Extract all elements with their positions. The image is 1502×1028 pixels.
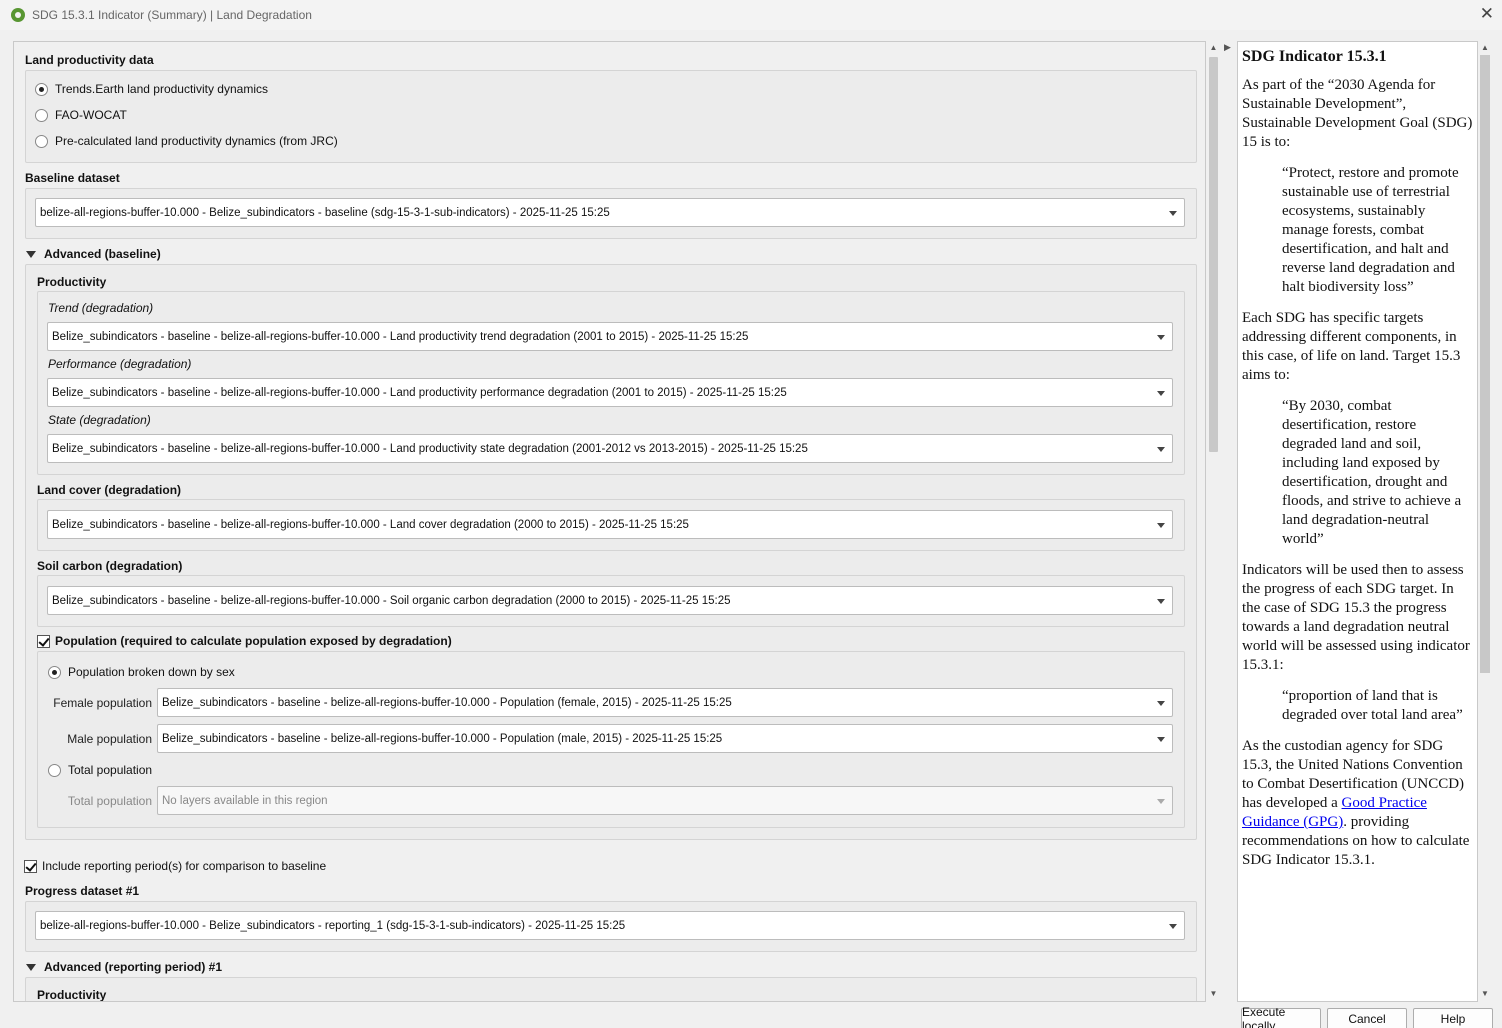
chevron-down-icon	[1157, 737, 1165, 742]
baseline-heading: Baseline dataset	[25, 171, 120, 185]
help-quote: “By 2030, combat desertification, restor…	[1282, 398, 1462, 547]
performance-select[interactable]: Belize_subindicators - baseline - belize…	[47, 378, 1173, 407]
productivity-heading: Productivity	[37, 275, 107, 289]
progress-dataset-heading: Progress dataset #1	[25, 884, 140, 898]
scroll-down-icon[interactable]: ▼	[1208, 988, 1219, 1000]
select-value: No layers available in this region	[162, 794, 328, 807]
performance-label: Performance (degradation)	[48, 357, 192, 371]
land-productivity-heading: Land productivity data	[25, 53, 154, 67]
soil-carbon-select[interactable]: Belize_subindicators - baseline - belize…	[47, 586, 1173, 615]
radio-fao-wocat[interactable]: FAO-WOCAT	[35, 108, 127, 122]
scroll-thumb[interactable]	[1209, 57, 1218, 452]
expander-label: Advanced (reporting period) #1	[44, 960, 223, 974]
chevron-down-icon	[1169, 924, 1177, 929]
settings-pane[interactable]: Land productivity data Trends.Earth land…	[13, 41, 1206, 1002]
help-paragraph: Indicators will be used then to assess t…	[1242, 562, 1470, 673]
radio-total-population[interactable]: Total population	[48, 763, 152, 777]
help-scrollbar[interactable]: ▲ ▼	[1478, 41, 1492, 1002]
progress-dataset-select[interactable]: belize-all-regions-buffer-10.000 - Beliz…	[35, 911, 1185, 940]
radio-label: Pre-calculated land productivity dynamic…	[55, 134, 338, 148]
reporting-productivity-heading: Productivity	[37, 988, 107, 1002]
state-select[interactable]: Belize_subindicators - baseline - belize…	[47, 434, 1173, 463]
collapse-triangle-icon	[26, 963, 36, 971]
total-population-select[interactable]: No layers available in this region	[157, 786, 1173, 815]
help-title: SDG Indicator 15.3.1	[1242, 48, 1387, 65]
chevron-down-icon	[1157, 701, 1165, 706]
radio-label: Total population	[68, 763, 153, 777]
close-icon[interactable]: ✕	[1480, 5, 1494, 23]
select-value: Belize_subindicators - baseline - belize…	[162, 732, 723, 745]
radio-indicator	[48, 763, 61, 777]
scroll-up-icon[interactable]: ▲	[1208, 42, 1219, 54]
scroll-up-icon[interactable]: ▲	[1479, 42, 1491, 54]
include-reporting-checkbox[interactable]: Include reporting period(s) for comparis…	[24, 859, 326, 873]
radio-label: Population broken down by sex	[68, 665, 235, 679]
baseline-dataset-select[interactable]: belize-all-regions-buffer-10.000 - Beliz…	[35, 198, 1185, 227]
checkbox-indicator	[24, 859, 37, 873]
chevron-down-icon	[1157, 447, 1165, 452]
select-value: Belize_subindicators - baseline - belize…	[52, 386, 787, 399]
chevron-down-icon	[1157, 599, 1165, 604]
advanced-baseline-toggle[interactable]: Advanced (baseline)	[26, 247, 161, 261]
radio-pop-by-sex[interactable]: Population broken down by sex	[48, 665, 235, 679]
expander-label: Advanced (baseline)	[44, 247, 161, 261]
settings-scrollbar[interactable]: ▲ ▼	[1207, 41, 1220, 1002]
radio-label: FAO-WOCAT	[55, 108, 127, 122]
scroll-thumb[interactable]	[1480, 55, 1490, 673]
select-value: belize-all-regions-buffer-10.000 - Beliz…	[40, 206, 610, 219]
qgis-logo-icon	[11, 8, 25, 22]
female-population-label: Female population	[53, 696, 152, 710]
state-label: State (degradation)	[48, 413, 151, 427]
checkbox-label: Include reporting period(s) for comparis…	[42, 859, 327, 873]
land-cover-select[interactable]: Belize_subindicators - baseline - belize…	[47, 510, 1173, 539]
trend-select[interactable]: Belize_subindicators - baseline - belize…	[47, 322, 1173, 351]
select-value: Belize_subindicators - baseline - belize…	[52, 442, 808, 455]
help-paragraph: As part of the “2030 Agenda for Sustaina…	[1242, 77, 1473, 150]
checkbox-label: Population (required to calculate popula…	[55, 634, 452, 648]
radio-trends-earth[interactable]: Trends.Earth land productivity dynamics	[35, 82, 268, 96]
help-quote: “Protect, restore and promote sustainabl…	[1282, 165, 1459, 295]
radio-indicator	[48, 665, 61, 679]
checkbox-indicator	[37, 634, 50, 648]
radio-jrc[interactable]: Pre-calculated land productivity dynamic…	[35, 134, 338, 148]
help-paragraph: As the custodian agency for SDG 15.3, th…	[1242, 737, 1473, 870]
radio-label: Trends.Earth land productivity dynamics	[55, 82, 268, 96]
select-value: Belize_subindicators - baseline - belize…	[52, 518, 689, 531]
scroll-down-icon[interactable]: ▼	[1479, 988, 1491, 1000]
title-bar: SDG 15.3.1 Indicator (Summary) | Land De…	[0, 0, 1502, 30]
splitter-arrow-icon[interactable]: ▶	[1224, 42, 1231, 53]
window-title: SDG 15.3.1 Indicator (Summary) | Land De…	[32, 8, 312, 22]
male-population-select[interactable]: Belize_subindicators - baseline - belize…	[157, 724, 1173, 753]
cancel-button[interactable]: Cancel	[1327, 1008, 1407, 1028]
collapse-triangle-icon	[26, 250, 36, 258]
select-value: Belize_subindicators - baseline - belize…	[52, 330, 749, 343]
chevron-down-icon	[1157, 391, 1165, 396]
execute-locally-button[interactable]: Execute locally	[1241, 1005, 1321, 1028]
select-value: belize-all-regions-buffer-10.000 - Beliz…	[40, 919, 626, 932]
help-button[interactable]: Help	[1413, 1008, 1493, 1028]
chevron-down-icon	[1157, 335, 1165, 340]
population-checkbox[interactable]: Population (required to calculate popula…	[37, 634, 452, 648]
radio-indicator	[35, 134, 48, 148]
select-value: Belize_subindicators - baseline - belize…	[162, 696, 732, 709]
advanced-reporting-toggle[interactable]: Advanced (reporting period) #1	[26, 960, 222, 974]
help-quote: “proportion of land that is degraded ove…	[1282, 688, 1463, 723]
help-pane: SDG Indicator 15.3.1 As part of the “203…	[1237, 41, 1478, 1002]
radio-indicator	[35, 108, 48, 122]
land-cover-heading: Land cover (degradation)	[37, 483, 182, 497]
help-paragraph: Each SDG has specific targets addressing…	[1242, 310, 1461, 383]
chevron-down-icon	[1157, 523, 1165, 528]
select-value: Belize_subindicators - baseline - belize…	[52, 594, 731, 607]
advanced-reporting-group	[25, 977, 1197, 1001]
chevron-down-icon	[1157, 799, 1165, 804]
chevron-down-icon	[1169, 211, 1177, 216]
total-population-label: Total population	[67, 794, 152, 808]
soil-carbon-heading: Soil carbon (degradation)	[37, 559, 183, 573]
female-population-select[interactable]: Belize_subindicators - baseline - belize…	[157, 688, 1173, 717]
male-population-label: Male population	[67, 732, 152, 746]
radio-indicator	[35, 82, 48, 96]
trend-label: Trend (degradation)	[48, 301, 154, 315]
